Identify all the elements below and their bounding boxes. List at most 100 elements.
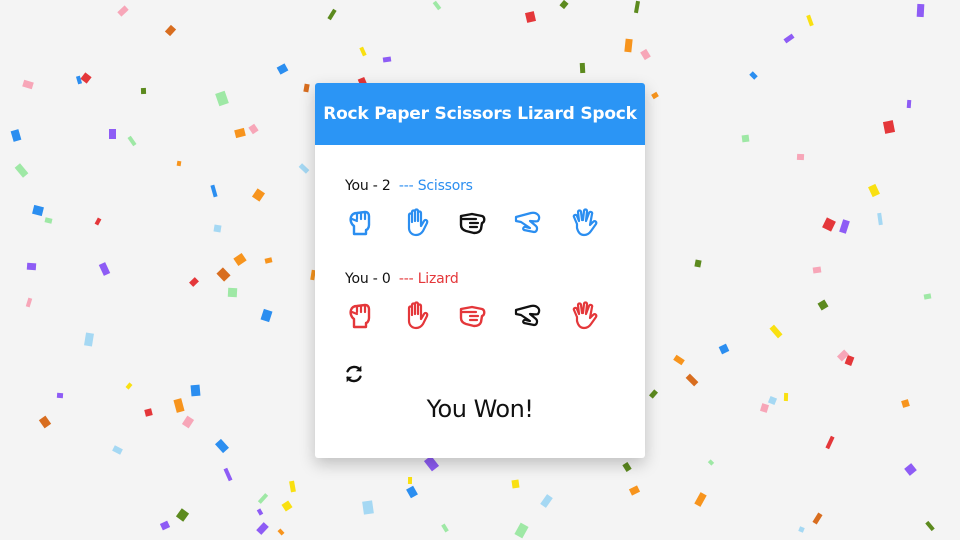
confetti-piece [189,277,199,287]
confetti-piece [767,395,778,406]
confetti-piece [176,160,182,167]
player-score: 2 [381,178,391,194]
computer-hand-spock[interactable] [567,298,601,332]
confetti-piece [579,62,586,74]
computer-hand-scissors[interactable] [455,298,489,332]
confetti-piece [234,127,246,139]
confetti-piece [806,14,814,27]
confetti-piece [140,87,147,95]
confetti-piece [159,520,171,531]
confetti-piece [901,399,910,408]
result-message: You Won! [426,395,534,423]
confetti-piece [227,287,238,298]
confetti-piece [277,528,285,536]
confetti-piece [109,129,116,139]
confetti-piece [298,163,310,174]
computer-choice: --- Lizard [398,271,459,287]
confetti-piece [251,188,266,202]
player-hand-paper[interactable] [399,205,433,239]
confetti-piece [213,224,222,233]
confetti-piece [559,0,569,10]
confetti-piece [281,500,293,512]
confetti-piece [257,493,269,504]
confetti-piece [406,485,418,499]
hand-lizard-icon [514,211,541,234]
confetti-piece [694,259,702,268]
hand-spock-icon [572,208,598,237]
hand-rock-icon [349,210,371,236]
confetti-piece [276,63,289,75]
confetti-piece [303,83,310,93]
confetti-piece [839,219,850,234]
confetti-piece [10,129,22,142]
confetti-piece [289,480,296,493]
confetti-piece [783,33,795,44]
player-hand-lizard[interactable] [511,205,545,239]
confetti-piece [256,508,264,516]
confetti-piece [144,408,153,417]
confetti-piece [640,48,651,61]
player-hand-row [343,205,623,239]
confetti-piece [382,56,392,63]
confetti-piece [26,262,37,271]
confetti-piece [173,398,185,413]
player-name: You [345,178,369,194]
confetti-piece [80,72,92,84]
confetti-piece [25,297,33,308]
confetti-piece [796,153,805,161]
player-hand-spock[interactable] [567,205,601,239]
confetti-piece [904,463,917,476]
confetti-piece [175,508,190,522]
confetti-piece [622,462,632,472]
confetti-piece [181,415,195,429]
confetti-piece [233,252,247,267]
hand-paper-icon [407,301,429,330]
confetti-piece [812,266,822,274]
confetti-piece [628,485,641,496]
confetti-piece [877,212,883,226]
reset-button[interactable] [343,363,367,387]
confetti-piece [868,183,880,198]
confetti-piece [624,38,633,53]
confetti-piece [44,217,53,224]
confetti-piece [882,120,896,134]
confetti-piece [327,8,337,21]
confetti-piece [633,0,641,14]
confetti-piece [540,494,553,508]
confetti-piece [264,257,273,264]
confetti-piece [210,184,218,198]
confetti-piece [248,123,259,135]
confetti-piece [441,523,449,533]
confetti-piece [38,415,52,429]
player-hand-rock[interactable] [343,205,377,239]
confetti-piece [923,293,932,300]
hand-rock-icon [349,303,371,329]
computer-name: You [345,271,369,287]
confetti-piece [22,79,34,90]
confetti-piece [783,392,789,402]
player-hand-scissors[interactable] [455,205,489,239]
confetti-piece [916,3,925,18]
computer-hand-lizard[interactable] [511,298,545,332]
confetti-piece [256,522,269,535]
confetti-piece [822,217,836,232]
computer-hand-paper[interactable] [399,298,433,332]
confetti-piece [925,520,935,532]
confetti-piece [260,308,273,323]
confetti-piece [127,135,137,147]
sync-icon [346,365,362,383]
confetti-piece [215,90,229,107]
hand-scissors-icon [459,305,486,328]
confetti-piece [94,217,102,226]
confetti-piece [514,522,529,539]
confetti-piece [707,459,715,466]
computer-hand-rock[interactable] [343,298,377,332]
confetti-piece [164,24,177,37]
computer-hand-row [343,298,623,332]
confetti-piece [651,91,659,100]
confetti-piece [112,445,123,455]
game-card: Rock Paper Scissors Lizard Spock You - 2… [315,83,645,458]
confetti-piece [215,438,229,454]
confetti-piece [32,204,44,217]
player-choice: --- Scissors [398,178,473,194]
